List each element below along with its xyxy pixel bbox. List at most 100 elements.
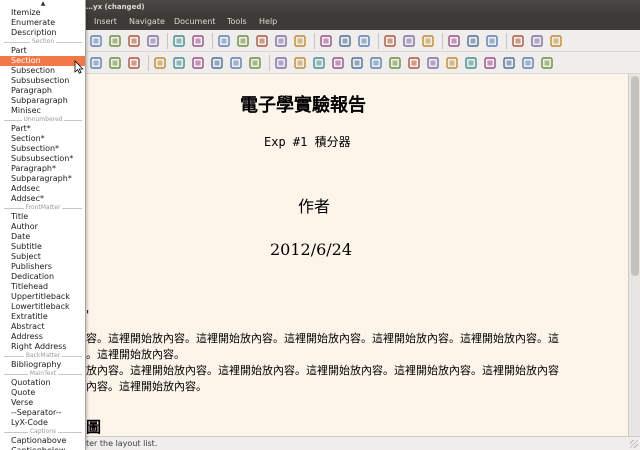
list-icon[interactable] — [152, 55, 168, 71]
layout-list-item[interactable]: Subsubsection* — [0, 154, 85, 164]
copy-icon[interactable] — [273, 33, 289, 49]
layout-list-item[interactable]: Enumerate — [0, 18, 85, 28]
check-icon[interactable] — [190, 33, 206, 49]
cut-icon[interactable] — [254, 33, 270, 49]
print-icon[interactable] — [145, 33, 161, 49]
menu-help[interactable]: Help — [259, 17, 277, 26]
insert-ref-icon[interactable] — [330, 55, 346, 71]
insert-marginnote-icon[interactable] — [425, 55, 441, 71]
layout-list-item[interactable]: Extratitle — [0, 312, 85, 322]
layout-list-item[interactable]: Paragraph* — [0, 164, 85, 174]
formula-icon[interactable] — [529, 33, 545, 49]
zoom-icon[interactable] — [356, 33, 372, 49]
layout-list-item[interactable]: Subsection* — [0, 144, 85, 154]
layout-list-item[interactable]: Minisec — [0, 106, 85, 116]
layout-list-item[interactable]: Part* — [0, 124, 85, 134]
doc-settings-icon[interactable] — [107, 55, 123, 71]
layout-list-item[interactable]: Subject — [0, 252, 85, 262]
layout-list-item[interactable]: Description — [0, 28, 85, 38]
layout-list-item[interactable]: Dedication — [0, 272, 85, 282]
layout-list-item[interactable]: Captionbelow — [0, 446, 85, 450]
depth-decrease-icon[interactable] — [228, 55, 244, 71]
layout-list-item[interactable]: Captionabove — [0, 436, 85, 446]
insert-cite-icon[interactable] — [349, 55, 365, 71]
layout-list-item[interactable]: Section* — [0, 134, 85, 144]
layout-list-item[interactable]: Publishers — [0, 262, 85, 272]
compass-icon[interactable] — [510, 33, 526, 49]
find-replace-icon[interactable] — [337, 33, 353, 49]
layout-list-item[interactable]: Verse — [0, 398, 85, 408]
insert-graphics-icon[interactable] — [273, 55, 289, 71]
insert-table-icon[interactable] — [292, 55, 308, 71]
layout-list-item[interactable]: Titlehead — [0, 282, 85, 292]
layout-list-item[interactable]: Date — [0, 232, 85, 242]
menu-document[interactable]: Document — [174, 17, 215, 26]
spellcheck-icon[interactable] — [171, 33, 187, 49]
layout-list-item[interactable]: Author — [0, 222, 85, 232]
scrollbar-thumb[interactable] — [631, 76, 639, 276]
sum-icon[interactable] — [446, 33, 462, 49]
noun-icon[interactable] — [420, 33, 436, 49]
layout-list-item[interactable]: --Separator-- — [0, 408, 85, 418]
paste-icon[interactable] — [292, 33, 308, 49]
emphasize-icon[interactable] — [401, 33, 417, 49]
list-numbered-icon[interactable] — [171, 55, 187, 71]
insert-tex-icon[interactable] — [501, 55, 517, 71]
layout-list-item[interactable]: Quotation — [0, 378, 85, 388]
insert-label-icon[interactable] — [311, 55, 327, 71]
layout-list-item[interactable]: Subsubsection — [0, 76, 85, 86]
insert-nomencl-icon[interactable] — [387, 55, 403, 71]
layout-list-item[interactable]: Part — [0, 46, 85, 56]
depth-increase-icon[interactable] — [247, 55, 263, 71]
insert-note-icon[interactable] — [444, 55, 460, 71]
menu-insert[interactable]: Insert — [94, 17, 117, 26]
insert-math-icon[interactable] — [520, 55, 536, 71]
insert-box-icon[interactable] — [463, 55, 479, 71]
doc-section-mark: ' — [86, 308, 90, 322]
table-icon[interactable] — [484, 33, 500, 49]
layout-list-item[interactable]: Quote — [0, 388, 85, 398]
layout-list-item[interactable]: Title — [0, 212, 85, 222]
layout-list-item[interactable]: LyX-Code — [0, 418, 85, 428]
insert-attachment-icon[interactable] — [539, 55, 555, 71]
list-item-icon[interactable] — [209, 55, 225, 71]
insert-url-icon[interactable] — [482, 55, 498, 71]
menu-bar: Insert Navigate Document Tools Help — [0, 16, 640, 30]
layout-icon[interactable] — [88, 55, 104, 71]
scroll-up-arrow-icon[interactable]: ▲ — [0, 0, 85, 8]
undo-icon[interactable] — [216, 33, 232, 49]
new-doc-icon[interactable] — [88, 33, 104, 49]
redo-icon[interactable] — [235, 33, 251, 49]
layout-list-item[interactable]: Uppertitleback — [0, 292, 85, 302]
save-icon[interactable] — [107, 33, 123, 49]
layout-list-item[interactable]: Bibliography — [0, 360, 85, 370]
layout-list-item[interactable]: Right Address — [0, 342, 85, 352]
layout-list-item[interactable]: Itemize — [0, 8, 85, 18]
find-icon[interactable] — [318, 33, 334, 49]
menu-tools[interactable]: Tools — [227, 17, 247, 26]
vertical-scrollbar[interactable] — [628, 74, 640, 436]
view-icon[interactable] — [126, 55, 142, 71]
layout-category-header: BackMatter — [0, 352, 85, 360]
layout-list-item[interactable]: Subparagraph — [0, 96, 85, 106]
resize-grip-icon[interactable] — [630, 440, 638, 448]
layout-list-item[interactable]: Address — [0, 332, 85, 342]
layout-list-item[interactable]: Subparagraph* — [0, 174, 85, 184]
layout-category-header: FrontMatter — [0, 204, 85, 212]
layout-list-item[interactable]: Lowertitleback — [0, 302, 85, 312]
save-as-icon[interactable] — [126, 33, 142, 49]
chart-icon[interactable] — [465, 33, 481, 49]
layout-category-header: Unnumbered — [0, 116, 85, 124]
menu-navigate[interactable]: Navigate — [129, 17, 165, 26]
layout-list-item[interactable]: Subtitle — [0, 242, 85, 252]
layout-list-item[interactable]: Abstract — [0, 322, 85, 332]
math-mode-icon[interactable] — [382, 33, 398, 49]
layout-list-item[interactable]: Paragraph — [0, 86, 85, 96]
layout-list-item[interactable]: Addsec* — [0, 194, 85, 204]
insert-footnote-icon[interactable] — [406, 55, 422, 71]
close-icon[interactable] — [548, 33, 564, 49]
list-desc-icon[interactable] — [190, 55, 206, 71]
insert-index-icon[interactable] — [368, 55, 384, 71]
document-editor[interactable]: 電子學實驗報告 Exp #1 積分器 作者 2012/6/24 ' 容。這裡開始… — [0, 74, 628, 436]
layout-list-item[interactable]: Addsec — [0, 184, 85, 194]
